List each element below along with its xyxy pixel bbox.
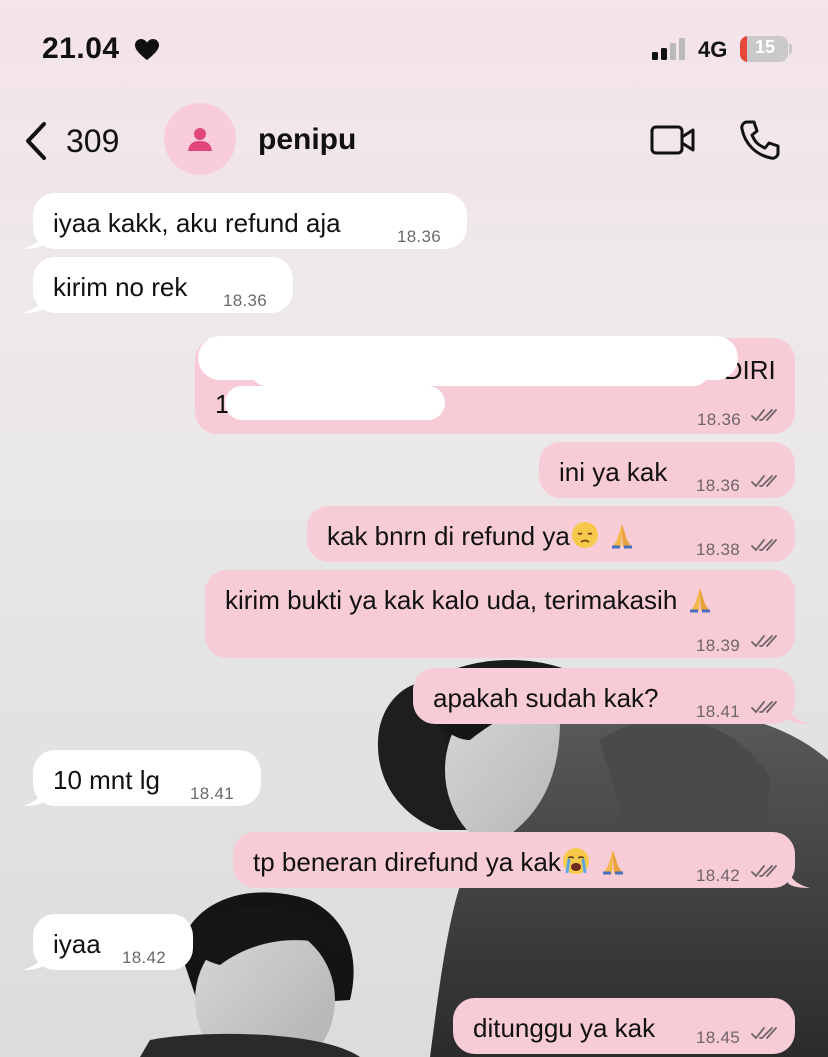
bubble-tail (22, 951, 44, 970)
bubble-tail (788, 705, 810, 724)
bubble-tail (22, 787, 44, 806)
read-ticks-icon (751, 701, 777, 714)
message-time: 18.42 (122, 948, 167, 967)
message-outgoing[interactable]: apakah sudah kak? 18.41 (413, 668, 795, 724)
read-ticks-icon (751, 865, 777, 878)
message-text: tp beneran direfund ya kak (253, 847, 628, 877)
message-incoming[interactable]: 10 mnt lg 18.41 (33, 750, 261, 806)
bubble-tail (22, 230, 44, 249)
read-ticks-icon (751, 1027, 777, 1040)
redaction-mark (225, 386, 445, 420)
message-text: ditunggu ya kak (473, 1013, 656, 1043)
read-ticks-icon (751, 475, 777, 488)
heart-icon (135, 39, 159, 60)
read-ticks-icon (751, 409, 777, 422)
message-outgoing[interactable]: ini ya kak 18.36 (539, 442, 795, 498)
message-text: apakah sudah kak? (433, 683, 659, 713)
message-time: 18.41 (696, 702, 741, 721)
message-time: 18.41 (190, 784, 235, 803)
message-text: kirim bukti ya kak kalo uda, terimakasih (225, 585, 715, 615)
pensive-face-emoji (571, 522, 598, 548)
message-time: 18.36 (697, 410, 742, 429)
message-time: 18.42 (696, 866, 741, 885)
battery-percent: 15 (754, 37, 776, 57)
message-incoming[interactable]: iyaa kakk, aku refund aja 18.36 (33, 193, 467, 249)
loudly-crying-face-emoji (562, 848, 589, 874)
person-icon (188, 128, 212, 151)
folded-hands-emoji (603, 850, 624, 875)
bubble-tail (22, 294, 44, 313)
phone-icon[interactable] (738, 119, 780, 161)
message-outgoing[interactable]: kirim bukti ya kak kalo uda, terimakasih… (205, 570, 795, 658)
folded-hands-emoji (689, 588, 710, 613)
unread-count: 309 (66, 122, 120, 159)
back-button[interactable]: 309 (24, 119, 119, 163)
read-ticks-icon (751, 539, 777, 552)
avatar[interactable] (164, 103, 236, 175)
chevron-left-icon (26, 122, 46, 160)
message-text: 10 mnt lg (53, 765, 160, 795)
redaction-mark (250, 352, 710, 386)
read-ticks-icon (751, 635, 777, 648)
folded-hands-emoji (612, 524, 633, 549)
battery-cap (789, 44, 792, 54)
message-text: iyaa (53, 929, 101, 959)
network-type: 4G (698, 37, 728, 62)
message-time: 18.36 (397, 227, 442, 246)
battery-charging-icon: 15 (740, 36, 792, 62)
contact-name[interactable]: penipu (258, 123, 356, 157)
bubble-tail (788, 869, 810, 888)
message-outgoing[interactable]: ditunggu ya kak 18.45 (453, 998, 795, 1054)
message-time: 18.39 (696, 636, 741, 655)
clock: 21.04 (42, 32, 120, 65)
message-outgoing[interactable]: kak bnrn di refund ya 18.38 (307, 506, 795, 562)
message-time: 18.36 (696, 476, 741, 495)
status-bar: 21.04 4G 15 (0, 0, 828, 100)
message-time: 18.45 (696, 1028, 741, 1047)
message-time: 18.38 (696, 540, 741, 559)
message-incoming[interactable]: iyaa 18.42 (33, 914, 193, 970)
message-text: iyaa kakk, aku refund aja (53, 208, 341, 238)
message-outgoing[interactable]: tp beneran direfund ya kak 18.42 (233, 832, 795, 888)
video-call-icon[interactable] (650, 123, 696, 157)
message-time: 18.36 (223, 291, 268, 310)
message-text: ini ya kak (559, 457, 668, 487)
message-incoming[interactable]: kirim no rek 18.36 (33, 257, 293, 313)
chat-header: 309 penipu (0, 95, 828, 185)
message-text: kirim no rek (53, 272, 188, 302)
signal-icon (652, 38, 685, 60)
message-text: kak bnrn di refund ya (327, 521, 637, 551)
